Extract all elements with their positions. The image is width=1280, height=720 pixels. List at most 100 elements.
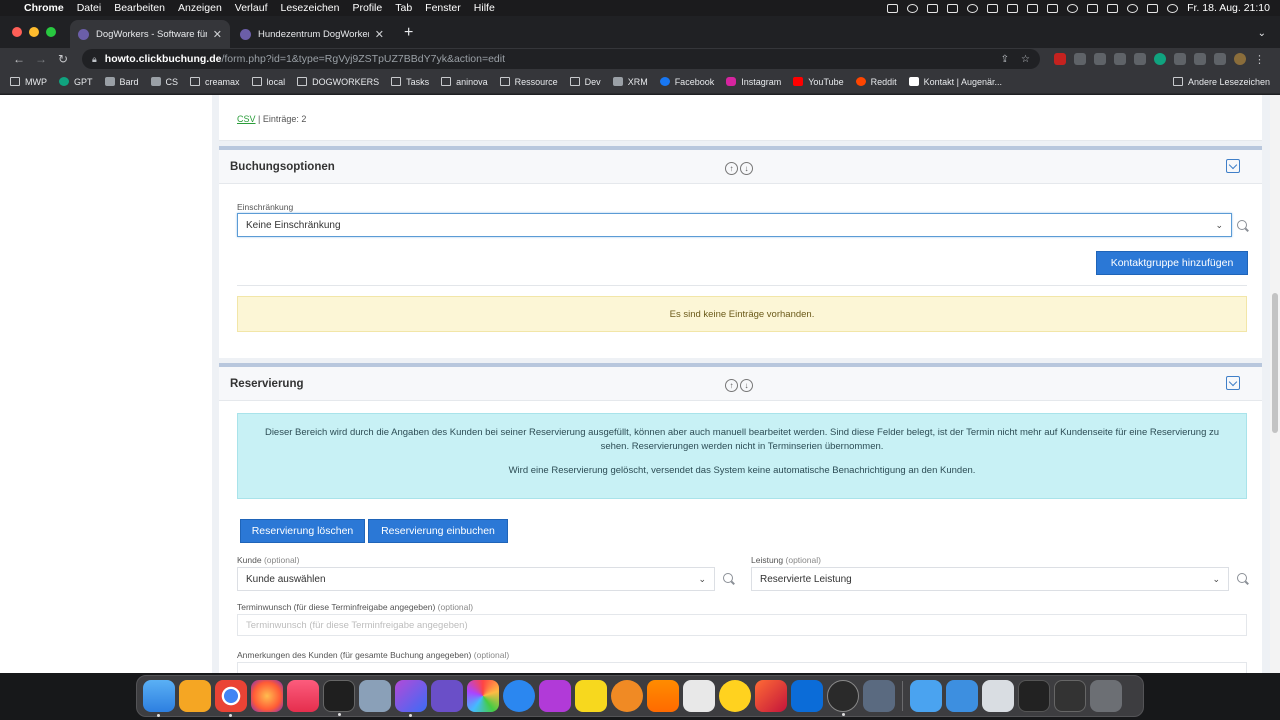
status-icon[interactable] [947,3,959,13]
bookmark-local[interactable]: local [251,77,285,87]
remote-desktop-icon[interactable] [791,680,823,712]
tab-dogworkers-software[interactable]: DogWorkers - Software für die ✕ [70,20,230,48]
menu-app-name[interactable]: Chrome [24,2,64,14]
menu-verlauf[interactable]: Verlauf [235,2,268,14]
scrollbar-thumb[interactable] [1272,293,1278,433]
clock-icon[interactable] [1067,3,1079,13]
delete-reservation-button[interactable]: Reservierung löschen [240,519,365,543]
tab-hundezentrum[interactable]: Hundezentrum DogWorkers | E ✕ [232,20,392,48]
save-download-icon[interactable] [1226,376,1240,390]
restriction-select[interactable]: Keine Einschränkung ⌄ [237,213,1232,237]
bookmark-reddit[interactable]: Reddit [855,77,897,87]
bookmark-creamax[interactable]: creamax [190,77,240,87]
move-up-icon[interactable]: ↑ [725,162,738,175]
chatgpt-extension-icon[interactable] [1154,53,1166,65]
folder-icon[interactable] [910,680,942,712]
menubar-clock[interactable]: Fr. 18. Aug. 21:10 [1187,2,1270,14]
app-icon[interactable] [863,680,895,712]
tab-close-icon[interactable]: ✕ [213,28,222,41]
photos-icon[interactable] [467,680,499,712]
extension-s-icon[interactable] [1094,53,1106,65]
status-icon[interactable] [987,3,999,13]
customer-select[interactable]: Kunde auswählen ⌄ [237,567,715,591]
extension-icon[interactable] [1174,53,1186,65]
bookmark-tasks[interactable]: Tasks [391,77,429,87]
extension-icon[interactable] [1114,53,1126,65]
bookmark-kontakt[interactable]: Kontakt | Augenär... [908,77,1002,87]
address-bar[interactable]: 🔒︎ howto.clickbuchung.de/form.php?id=1&t… [82,49,1040,69]
app-icon[interactable] [755,680,787,712]
vlc-icon[interactable] [647,680,679,712]
music-icon[interactable] [287,680,319,712]
side-panel-icon[interactable] [1214,53,1226,65]
bookmark-cs[interactable]: CS [150,77,178,87]
finder-icon[interactable] [143,680,175,717]
status-icon[interactable] [1007,3,1019,13]
bookmark-facebook[interactable]: Facebook [659,77,714,87]
move-up-icon[interactable]: ↑ [725,379,738,392]
lock-icon[interactable]: 🔒︎ [92,54,97,65]
menu-bearbeiten[interactable]: Bearbeiten [114,2,165,14]
menu-hilfe[interactable]: Hilfe [474,2,495,14]
book-reservation-button[interactable]: Reservierung einbuchen [368,519,508,543]
customer-notes-input[interactable] [237,662,1247,673]
add-contact-group-button[interactable]: Kontaktgruppe hinzufügen [1096,251,1248,275]
close-window-button[interactable] [12,27,22,37]
reload-icon[interactable]: ↻ [52,52,74,66]
save-download-icon[interactable] [1226,159,1240,173]
window-thumbnail-icon[interactable] [1018,680,1050,712]
search-icon[interactable] [1237,573,1247,583]
app-icon[interactable] [539,680,571,712]
zoom-window-button[interactable] [46,27,56,37]
control-center-icon[interactable] [1147,3,1159,13]
firefox-icon[interactable] [251,680,283,712]
bluetooth-icon[interactable] [1047,3,1059,13]
menu-profile[interactable]: Profile [352,2,382,14]
status-icon[interactable] [927,3,939,13]
share-icon[interactable]: ⇪ [1001,54,1009,65]
status-icon[interactable] [887,3,899,13]
appointment-wish-input[interactable]: Terminwunsch (für diese Terminfreigabe a… [237,614,1247,636]
menu-datei[interactable]: Datei [77,2,102,14]
move-down-icon[interactable]: ↓ [740,162,753,175]
forward-icon[interactable]: → [30,52,52,66]
bookmark-ressource[interactable]: Ressource [499,77,558,87]
messaging-icon[interactable] [503,680,535,712]
status-icon[interactable] [1027,3,1039,13]
camera-extension-icon[interactable] [1074,53,1086,65]
siri-icon[interactable] [1167,3,1179,13]
menu-fenster[interactable]: Fenster [425,2,461,14]
bookmark-youtube[interactable]: YouTube [793,77,844,87]
tab-close-icon[interactable]: ✕ [375,28,384,41]
bookmark-gpt[interactable]: GPT [59,77,93,87]
bookmark-mwp[interactable]: MWP [10,77,47,87]
bookmark-xrm[interactable]: XRM [612,77,648,87]
profile-avatar[interactable] [1234,53,1246,65]
window-thumbnail-icon[interactable] [982,680,1014,712]
messenger-icon[interactable] [179,680,211,712]
new-tab-button[interactable]: + [394,24,423,48]
other-bookmarks[interactable]: Andere Lesezeichen [1172,77,1270,87]
trash-icon[interactable] [1090,680,1122,712]
app-icon[interactable] [611,680,643,712]
wifi-icon[interactable] [1107,3,1119,13]
extension-icon[interactable] [1134,53,1146,65]
move-down-icon[interactable]: ↓ [740,379,753,392]
app-icon[interactable] [575,680,607,712]
app-icon[interactable] [827,680,859,716]
service-select[interactable]: Reservierte Leistung ⌄ [751,567,1229,591]
csv-export-link[interactable]: CSV [237,114,256,124]
status-icon[interactable] [907,3,919,13]
extension-icon[interactable] [1054,53,1066,65]
terminal-icon[interactable] [323,680,355,716]
puzzle-extensions-icon[interactable] [1194,53,1206,65]
bookmark-dev[interactable]: Dev [569,77,601,87]
menu-tab[interactable]: Tab [395,2,412,14]
tab-search-chevron-icon[interactable]: ⌄ [1244,28,1280,48]
search-icon[interactable] [723,573,733,583]
battery-icon[interactable] [1087,3,1099,13]
cyberduck-icon[interactable] [719,680,751,712]
kebab-menu-icon[interactable]: ⋮ [1254,53,1265,66]
status-icon[interactable] [967,3,979,13]
search-icon[interactable] [1127,3,1139,13]
